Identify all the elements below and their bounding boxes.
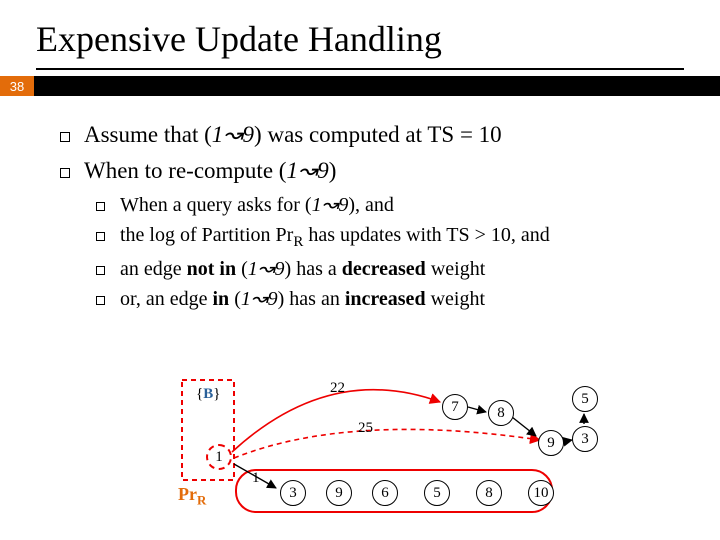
page-bar: 38 bbox=[0, 76, 720, 96]
graph-node-3: 3 bbox=[280, 480, 306, 506]
bullet-mark bbox=[96, 256, 120, 282]
bullet-text: When to re-compute (1↝9) bbox=[84, 156, 336, 186]
bullet-mark bbox=[96, 286, 120, 312]
edge-label: 25 bbox=[358, 420, 373, 437]
bullet-text: When a query asks for (1↝9), and bbox=[120, 192, 394, 218]
graph-node-6: 6 bbox=[372, 480, 398, 506]
bullet-text: an edge not in (1↝9) has a decreased wei… bbox=[120, 256, 485, 282]
graph-node-9: 9 bbox=[326, 480, 352, 506]
title-underline bbox=[36, 68, 684, 70]
graph-node-n3: 3 bbox=[572, 426, 598, 452]
bullet-text: the log of Partition PrR has updates wit… bbox=[120, 222, 550, 253]
graph-node-10: 10 bbox=[528, 480, 554, 506]
bullet-l2: an edge not in (1↝9) has a decreased wei… bbox=[96, 256, 680, 282]
bullet-list-l2: When a query asks for (1↝9), and the log … bbox=[60, 192, 680, 313]
bullet-l1: Assume that (1↝9) was computed at TS = 1… bbox=[60, 120, 680, 150]
edge-label: 1 bbox=[252, 470, 260, 487]
bullet-l2: the log of Partition PrR has updates wit… bbox=[96, 222, 680, 253]
graph-node-1: 1 bbox=[206, 444, 232, 470]
graph-node-7: 7 bbox=[442, 394, 468, 420]
bullet-mark bbox=[60, 120, 84, 150]
graph-node-n5: 5 bbox=[572, 386, 598, 412]
graph-node-n9: 9 bbox=[538, 430, 564, 456]
graph-node-n8: 8 bbox=[488, 400, 514, 426]
bullet-text: or, an edge in (1↝9) has an increased we… bbox=[120, 286, 485, 312]
slide-title: Expensive Update Handling bbox=[0, 0, 720, 68]
graph-node-5: 5 bbox=[424, 480, 450, 506]
bullet-mark bbox=[96, 222, 120, 253]
graph-edges bbox=[140, 372, 580, 522]
bullet-mark bbox=[60, 156, 84, 186]
bullet-list-l1: Assume that (1↝9) was computed at TS = 1… bbox=[60, 120, 680, 186]
bullet-l2: When a query asks for (1↝9), and bbox=[96, 192, 680, 218]
graph-figure: {B} PrR bbox=[140, 372, 580, 522]
graph-node-8: 8 bbox=[476, 480, 502, 506]
bullet-text: Assume that (1↝9) was computed at TS = 1… bbox=[84, 120, 502, 150]
slide: Expensive Update Handling 38 Assume that… bbox=[0, 0, 720, 540]
edge-label: 22 bbox=[330, 380, 345, 397]
page-bar-fill bbox=[34, 76, 720, 96]
page-number: 38 bbox=[0, 76, 34, 96]
content-area: Assume that (1↝9) was computed at TS = 1… bbox=[0, 96, 720, 312]
bullet-l2: or, an edge in (1↝9) has an increased we… bbox=[96, 286, 680, 312]
bullet-mark bbox=[96, 192, 120, 218]
bullet-l1: When to re-compute (1↝9) bbox=[60, 156, 680, 186]
